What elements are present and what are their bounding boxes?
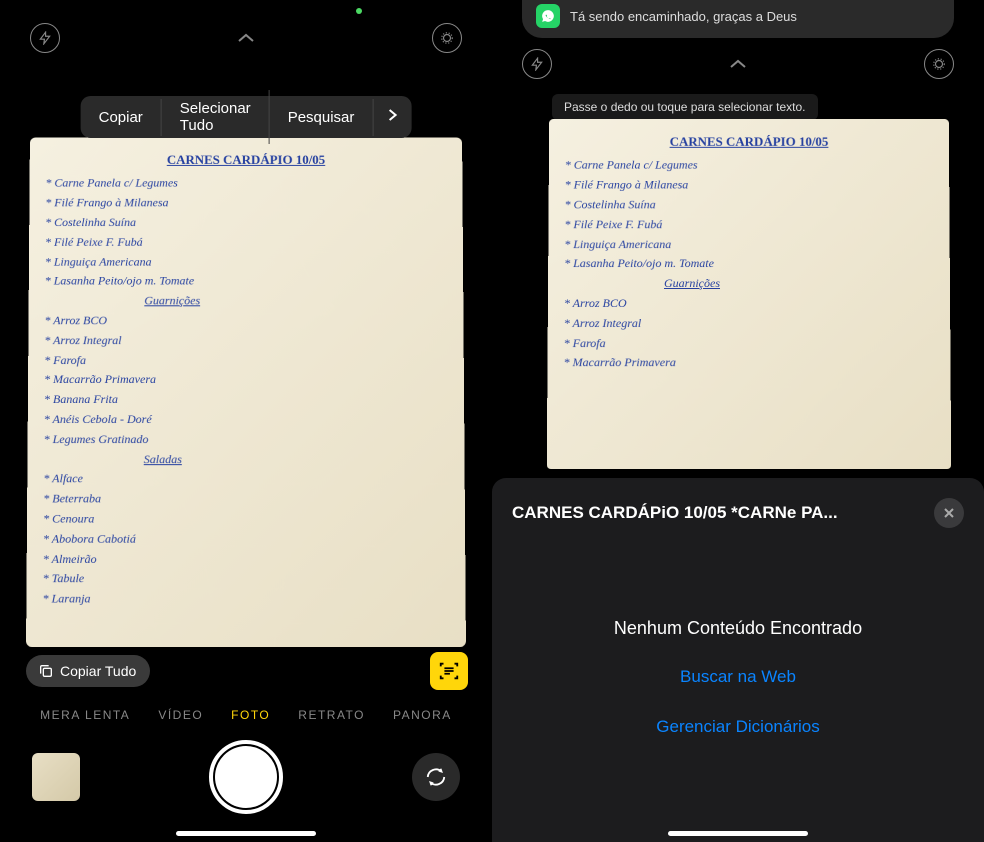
copy-button[interactable]: Copiar <box>81 99 162 136</box>
live-text-toggle[interactable] <box>430 652 468 690</box>
flash-toggle[interactable] <box>30 23 60 53</box>
mode-video[interactable]: VÍDEO <box>158 708 203 722</box>
left-phone-camera: Copiar Selecionar Tudo Pesquisar CARNES … <box>0 0 492 842</box>
last-photo-thumbnail[interactable] <box>32 753 80 801</box>
flip-camera-icon <box>425 766 447 788</box>
camera-modes-row: MERA LENTA VÍDEO FOTO RETRATO PANORA <box>0 708 492 722</box>
camera-active-indicator <box>356 8 362 14</box>
mode-portrait[interactable]: RETRATO <box>298 708 365 722</box>
paper-title: CARNES CARDÁPIO 10/05 <box>46 149 447 170</box>
camera-bottom-controls <box>0 740 492 814</box>
manage-dictionaries-link[interactable]: Gerenciar Dicionários <box>512 717 964 737</box>
camera-top-controls <box>492 44 984 84</box>
select-all-button[interactable]: Selecionar Tudo <box>162 90 270 144</box>
no-content-message: Nenhum Conteúdo Encontrado <box>512 618 964 639</box>
copy-all-button[interactable]: Copiar Tudo <box>26 655 150 687</box>
text-selection-context-menu: Copiar Selecionar Tudo Pesquisar <box>81 96 412 138</box>
lookup-panel: CARNES CARDÁPiO 10/05 *CARNe PA... Nenhu… <box>492 478 984 842</box>
lookup-body: Nenhum Conteúdo Encontrado Buscar na Web… <box>512 618 964 737</box>
whatsapp-notification-banner[interactable]: Tá sendo encaminhado, graças a Deus <box>522 0 954 38</box>
copy-icon <box>38 663 54 679</box>
lookup-header: CARNES CARDÁPiO 10/05 *CARNe PA... <box>512 498 964 528</box>
whatsapp-message-text: Tá sendo encaminhado, graças a Deus <box>570 9 797 24</box>
lookup-title: CARNES CARDÁPiO 10/05 *CARNe PA... <box>512 503 838 523</box>
paper-title: CARNES CARDÁPIO 10/05 <box>565 131 933 152</box>
close-button[interactable] <box>934 498 964 528</box>
flash-toggle[interactable] <box>522 49 552 79</box>
copy-all-label: Copiar Tudo <box>60 663 136 679</box>
mode-pano[interactable]: PANORA <box>393 708 452 722</box>
camera-viewfinder-paper[interactable]: CARNES CARDÁPIO 10/05 * Carne Panela c/ … <box>26 137 466 647</box>
chevron-up-icon[interactable] <box>237 28 255 49</box>
night-mode-toggle[interactable] <box>432 23 462 53</box>
shutter-button[interactable] <box>209 740 283 814</box>
live-text-tooltip: Passe o dedo ou toque para selecionar te… <box>552 94 818 120</box>
search-web-link[interactable]: Buscar na Web <box>512 667 964 687</box>
live-text-icon <box>438 660 460 682</box>
home-indicator[interactable] <box>176 831 316 836</box>
mode-slowmo[interactable]: MERA LENTA <box>40 708 130 722</box>
close-icon <box>943 507 955 519</box>
chevron-up-icon[interactable] <box>729 54 747 75</box>
camera-top-controls <box>0 18 492 58</box>
search-button[interactable]: Pesquisar <box>270 99 374 136</box>
camera-viewfinder-paper[interactable]: CARNES CARDÁPIO 10/05 * Carne Panela c/ … <box>547 119 951 469</box>
whatsapp-icon <box>536 4 560 28</box>
right-phone-lookup: Tá sendo encaminhado, graças a Deus Pass… <box>492 0 984 842</box>
night-mode-toggle[interactable] <box>924 49 954 79</box>
home-indicator[interactable] <box>668 831 808 836</box>
mode-photo[interactable]: FOTO <box>231 708 270 722</box>
more-actions-chevron[interactable] <box>373 98 411 137</box>
flip-camera-button[interactable] <box>412 753 460 801</box>
